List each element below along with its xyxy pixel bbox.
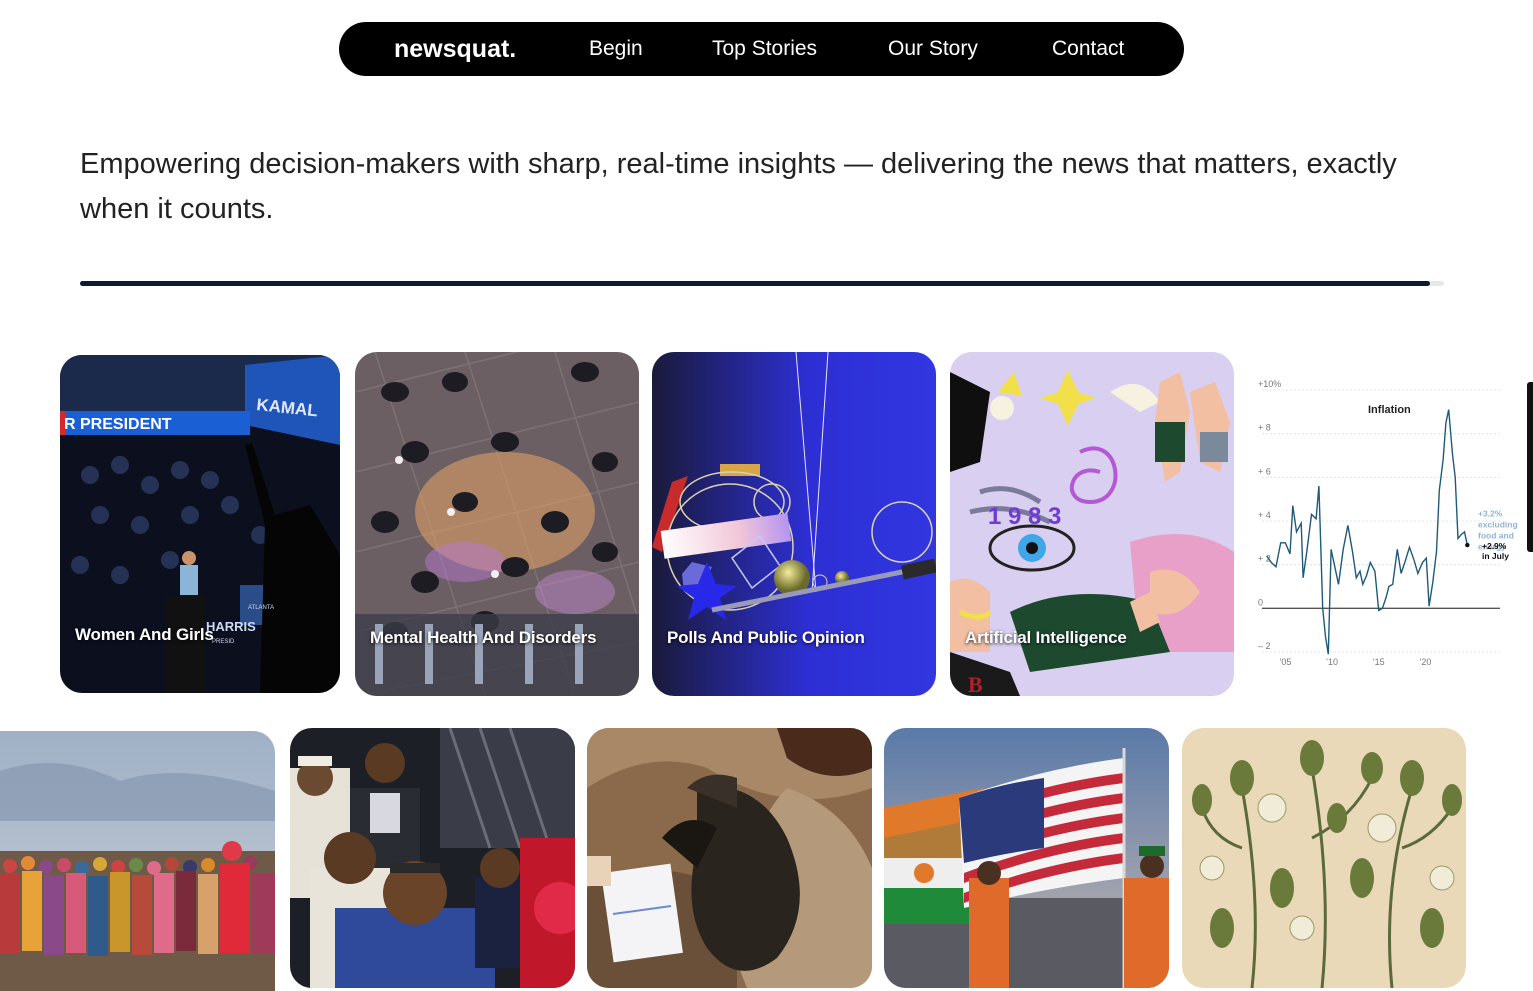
article-card-botanical[interactable] [1182, 728, 1466, 988]
chart-title: Inflation [1368, 404, 1411, 416]
annotation-core-inflation: +3.2% [1478, 508, 1503, 518]
category-card-women-and-girls[interactable]: R PRESIDENT KAMAL ATLANTA HARRIS PRESID … [60, 355, 340, 693]
inflation-chart-card[interactable]: Inflation +10% + 8 + 6 + 4 + 2 0– 2’05’10’15’… [1248, 362, 1533, 698]
svg-text:R PRESIDENT: R PRESIDENT [64, 416, 172, 433]
nav-link-begin[interactable]: Begin [589, 37, 643, 61]
inflation-line [1266, 409, 1468, 655]
brand-logo[interactable]: newsquat. [394, 35, 516, 64]
card-label: Women And Girls [75, 625, 214, 644]
annotation-headline-inflation: +2.9% [1482, 541, 1507, 551]
inflation-chart: Inflation +10%+ 8+ 6+ 4+ 20– 2’05’10’15’… [1258, 379, 1518, 667]
card-label: Polls And Public Opinion [667, 628, 865, 647]
reading-progress-track [80, 281, 1444, 286]
nav-link-contact[interactable]: Contact [1052, 37, 1124, 61]
x-tick-label: ’20 [1419, 657, 1431, 667]
top-nav: newsquat. Begin Top Stories Our Story Co… [339, 22, 1184, 76]
article-card-flags[interactable] [884, 728, 1169, 988]
reading-progress-bar [80, 281, 1431, 286]
article-card-crowd[interactable] [0, 731, 275, 991]
y-tick-label: +10% [1258, 379, 1281, 389]
annotation-core-inflation: food and [1478, 530, 1514, 540]
y-tick-label: – 2 [1258, 641, 1271, 651]
category-card-polls[interactable]: Polls And Public Opinion [652, 352, 936, 696]
x-tick-label: ’05 [1279, 657, 1291, 667]
card-label: Artificial Intelligence [965, 628, 1127, 647]
flags-photo [884, 728, 1169, 988]
animal-photo [587, 728, 872, 988]
y-tick-label: + 8 [1258, 423, 1271, 433]
y-tick-label: 0 [1258, 597, 1263, 607]
officials-photo [290, 728, 575, 988]
tagline: Empowering decision-makers with sharp, r… [80, 148, 1397, 225]
svg-text:B: B [968, 672, 983, 696]
category-card-mental-health[interactable]: Mental Health And Disorders [355, 352, 639, 696]
article-card-animal[interactable] [587, 728, 872, 988]
latest-point [1465, 542, 1470, 548]
svg-text:ATLANTA: ATLANTA [248, 605, 274, 611]
nav-link-our-story[interactable]: Our Story [888, 37, 978, 61]
nav-link-top-stories[interactable]: Top Stories [712, 37, 817, 61]
card-label: Mental Health And Disorders [370, 628, 597, 647]
svg-text:1 9 8 3: 1 9 8 3 [988, 503, 1061, 530]
y-tick-label: + 6 [1258, 466, 1271, 476]
annotation-headline-inflation: in July [1482, 551, 1509, 561]
svg-text:PRESID: PRESID [212, 639, 235, 645]
x-tick-label: ’10 [1326, 657, 1338, 667]
annotation-core-inflation: excluding [1478, 519, 1518, 529]
category-card-ai[interactable]: 1 9 8 3 B Artificial Intelligence [950, 352, 1234, 696]
botanical-illustration [1182, 728, 1466, 988]
article-card-officials[interactable] [290, 728, 575, 988]
y-tick-label: + 4 [1258, 510, 1271, 520]
scrollbar-thumb[interactable] [1527, 382, 1533, 552]
x-tick-label: ’15 [1373, 657, 1385, 667]
crowd-photo [0, 731, 275, 991]
